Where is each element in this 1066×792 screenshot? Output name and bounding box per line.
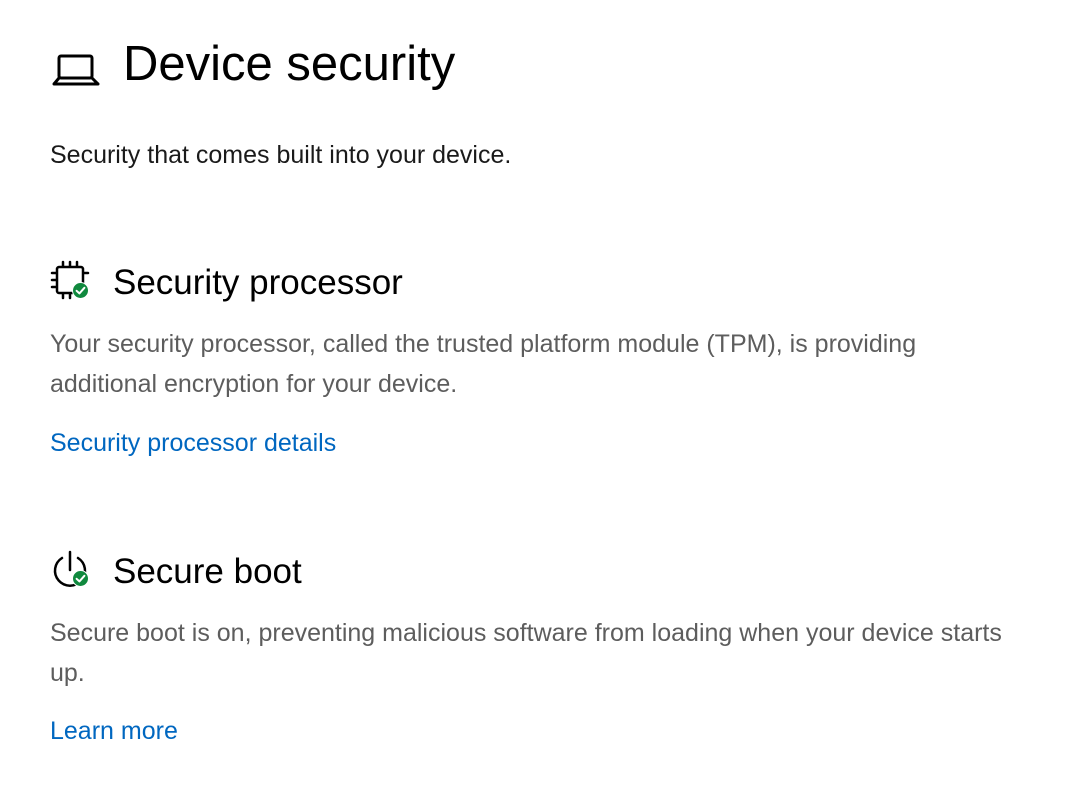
laptop-icon [52,54,100,88]
secure-boot-description: Secure boot is on, preventing malicious … [50,619,1002,687]
learn-more-link[interactable]: Learn more [50,716,178,746]
green-check-icon [72,570,89,587]
green-check-icon [72,282,89,299]
device-security-page: Device security Security that comes buil… [0,0,1066,792]
page-subtitle: Security that comes built into your devi… [50,141,512,169]
page-title: Device security [123,37,456,91]
security-processor-description: Your security processor, called the trus… [50,330,917,398]
security-processor-details-link[interactable]: Security processor details [50,428,336,458]
section-title-secure-boot: Secure boot [113,552,302,591]
section-title-security-processor: Security processor [113,263,403,302]
